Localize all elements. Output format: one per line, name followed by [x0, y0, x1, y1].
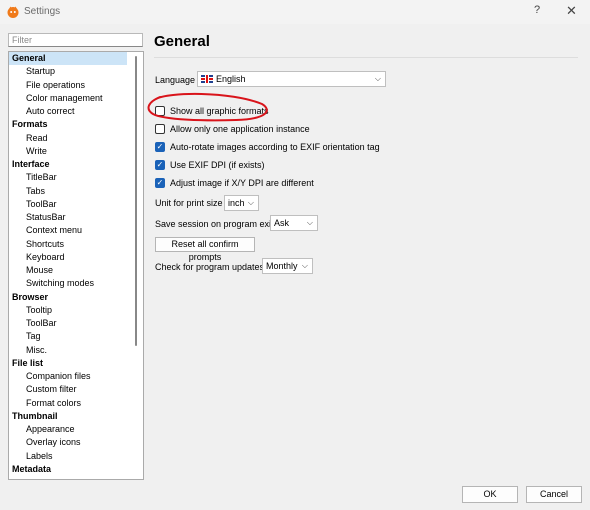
tree-category[interactable]: Formats — [9, 118, 143, 131]
unit-select[interactable]: inch ⌵ — [224, 195, 259, 211]
tree-item[interactable]: Shortcuts — [9, 238, 143, 251]
exif-dpi-option[interactable]: ✓ Use EXIF DPI (if exists) — [155, 159, 265, 171]
updates-select[interactable]: Monthly ⌵ — [262, 258, 313, 274]
tree-item[interactable]: Startup — [9, 65, 143, 78]
single-instance-option[interactable]: Allow only one application instance — [155, 123, 310, 135]
tree-category[interactable]: General — [9, 52, 127, 66]
tree-item[interactable]: Tag — [9, 330, 143, 343]
auto-rotate-option[interactable]: ✓ Auto-rotate images according to EXIF o… — [155, 141, 380, 153]
unit-value: inch — [228, 198, 245, 208]
chevron-down-icon: ⌵ — [247, 198, 254, 207]
tree-item[interactable]: StatusBar — [9, 211, 143, 224]
tree-item[interactable]: Tabs — [9, 185, 143, 198]
updates-label: Check for program updates — [155, 262, 265, 272]
show-all-formats-option[interactable]: Show all graphic formats — [155, 105, 269, 117]
close-button[interactable]: ✕ — [566, 3, 577, 19]
show-all-formats-label: Show all graphic formats — [170, 106, 269, 116]
tree-item[interactable]: ToolBar — [9, 317, 143, 330]
updates-value: Monthly — [266, 261, 298, 271]
language-select[interactable]: English ⌵ — [197, 71, 386, 87]
single-instance-checkbox[interactable] — [155, 124, 165, 134]
tree-item[interactable]: Keyboard — [9, 251, 143, 264]
tree-scrollbar[interactable] — [135, 56, 137, 346]
ok-button[interactable]: OK — [462, 486, 518, 503]
auto-rotate-checkbox[interactable]: ✓ — [155, 142, 165, 152]
tree-item[interactable]: Custom filter — [9, 383, 143, 396]
tree-item[interactable]: Color management — [9, 92, 143, 105]
help-button[interactable]: ? — [534, 4, 540, 16]
tree-item[interactable]: Misc. — [9, 344, 143, 357]
page-title: General — [154, 33, 210, 50]
reset-prompts-button[interactable]: Reset all confirm prompts — [155, 237, 255, 262]
tree-item[interactable]: Overlay icons — [9, 436, 143, 449]
session-label: Save session on program exit — [155, 219, 274, 229]
tree-item[interactable]: File operations — [9, 79, 143, 92]
tree-category[interactable]: Metadata — [9, 463, 143, 476]
adjust-dpi-option[interactable]: ✓ Adjust image if X/Y DPI are different — [155, 177, 314, 189]
language-value: English — [216, 74, 246, 84]
unit-label: Unit for print size — [155, 198, 223, 208]
settings-tree-list: General Startup File operations Color manag… — [9, 52, 143, 476]
uk-flag-icon — [201, 75, 213, 83]
tree-category[interactable]: Interface — [9, 158, 143, 171]
tree-item[interactable]: Mouse — [9, 264, 143, 277]
single-instance-label: Allow only one application instance — [170, 124, 310, 134]
cancel-button[interactable]: Cancel — [526, 486, 582, 503]
adjust-dpi-checkbox[interactable]: ✓ — [155, 178, 165, 188]
auto-rotate-label: Auto-rotate images according to EXIF ori… — [170, 142, 380, 152]
session-select[interactable]: Ask ⌵ — [270, 215, 318, 231]
exif-dpi-checkbox[interactable]: ✓ — [155, 160, 165, 170]
tree-item[interactable]: Read — [9, 132, 143, 145]
tree-item[interactable]: Context menu — [9, 224, 143, 237]
language-label: Language — [155, 75, 196, 85]
settings-tree[interactable]: General Startup File operations Color manag… — [8, 51, 144, 480]
tree-item[interactable]: Format colors — [9, 397, 143, 410]
chevron-down-icon: ⌵ — [301, 261, 308, 270]
tree-item[interactable]: Companion files — [9, 370, 143, 383]
tree-category[interactable]: Browser — [9, 291, 143, 304]
title-bar: Settings ? ✕ — [0, 0, 590, 24]
show-all-formats-checkbox[interactable] — [155, 106, 165, 116]
window-title: Settings — [24, 6, 61, 17]
chevron-down-icon: ⌵ — [374, 74, 381, 83]
tree-item[interactable]: TitleBar — [9, 171, 143, 184]
exif-dpi-label: Use EXIF DPI (if exists) — [170, 160, 265, 170]
tree-item[interactable]: Write — [9, 145, 143, 158]
tree-category[interactable]: Thumbnail — [9, 410, 143, 423]
filter-input[interactable] — [8, 33, 143, 47]
app-logo-icon — [7, 6, 19, 18]
tree-item[interactable]: Switching modes — [9, 277, 143, 290]
tree-item[interactable]: Tooltip — [9, 304, 143, 317]
title-divider — [154, 57, 578, 58]
tree-item[interactable]: Appearance — [9, 423, 143, 436]
tree-item[interactable]: Auto correct — [9, 105, 143, 118]
adjust-dpi-label: Adjust image if X/Y DPI are different — [170, 178, 314, 188]
chevron-down-icon: ⌵ — [306, 218, 313, 227]
session-value: Ask — [274, 218, 290, 228]
tree-item[interactable]: Labels — [9, 450, 143, 463]
tree-item[interactable]: ToolBar — [9, 198, 143, 211]
tree-category[interactable]: File list — [9, 357, 143, 370]
